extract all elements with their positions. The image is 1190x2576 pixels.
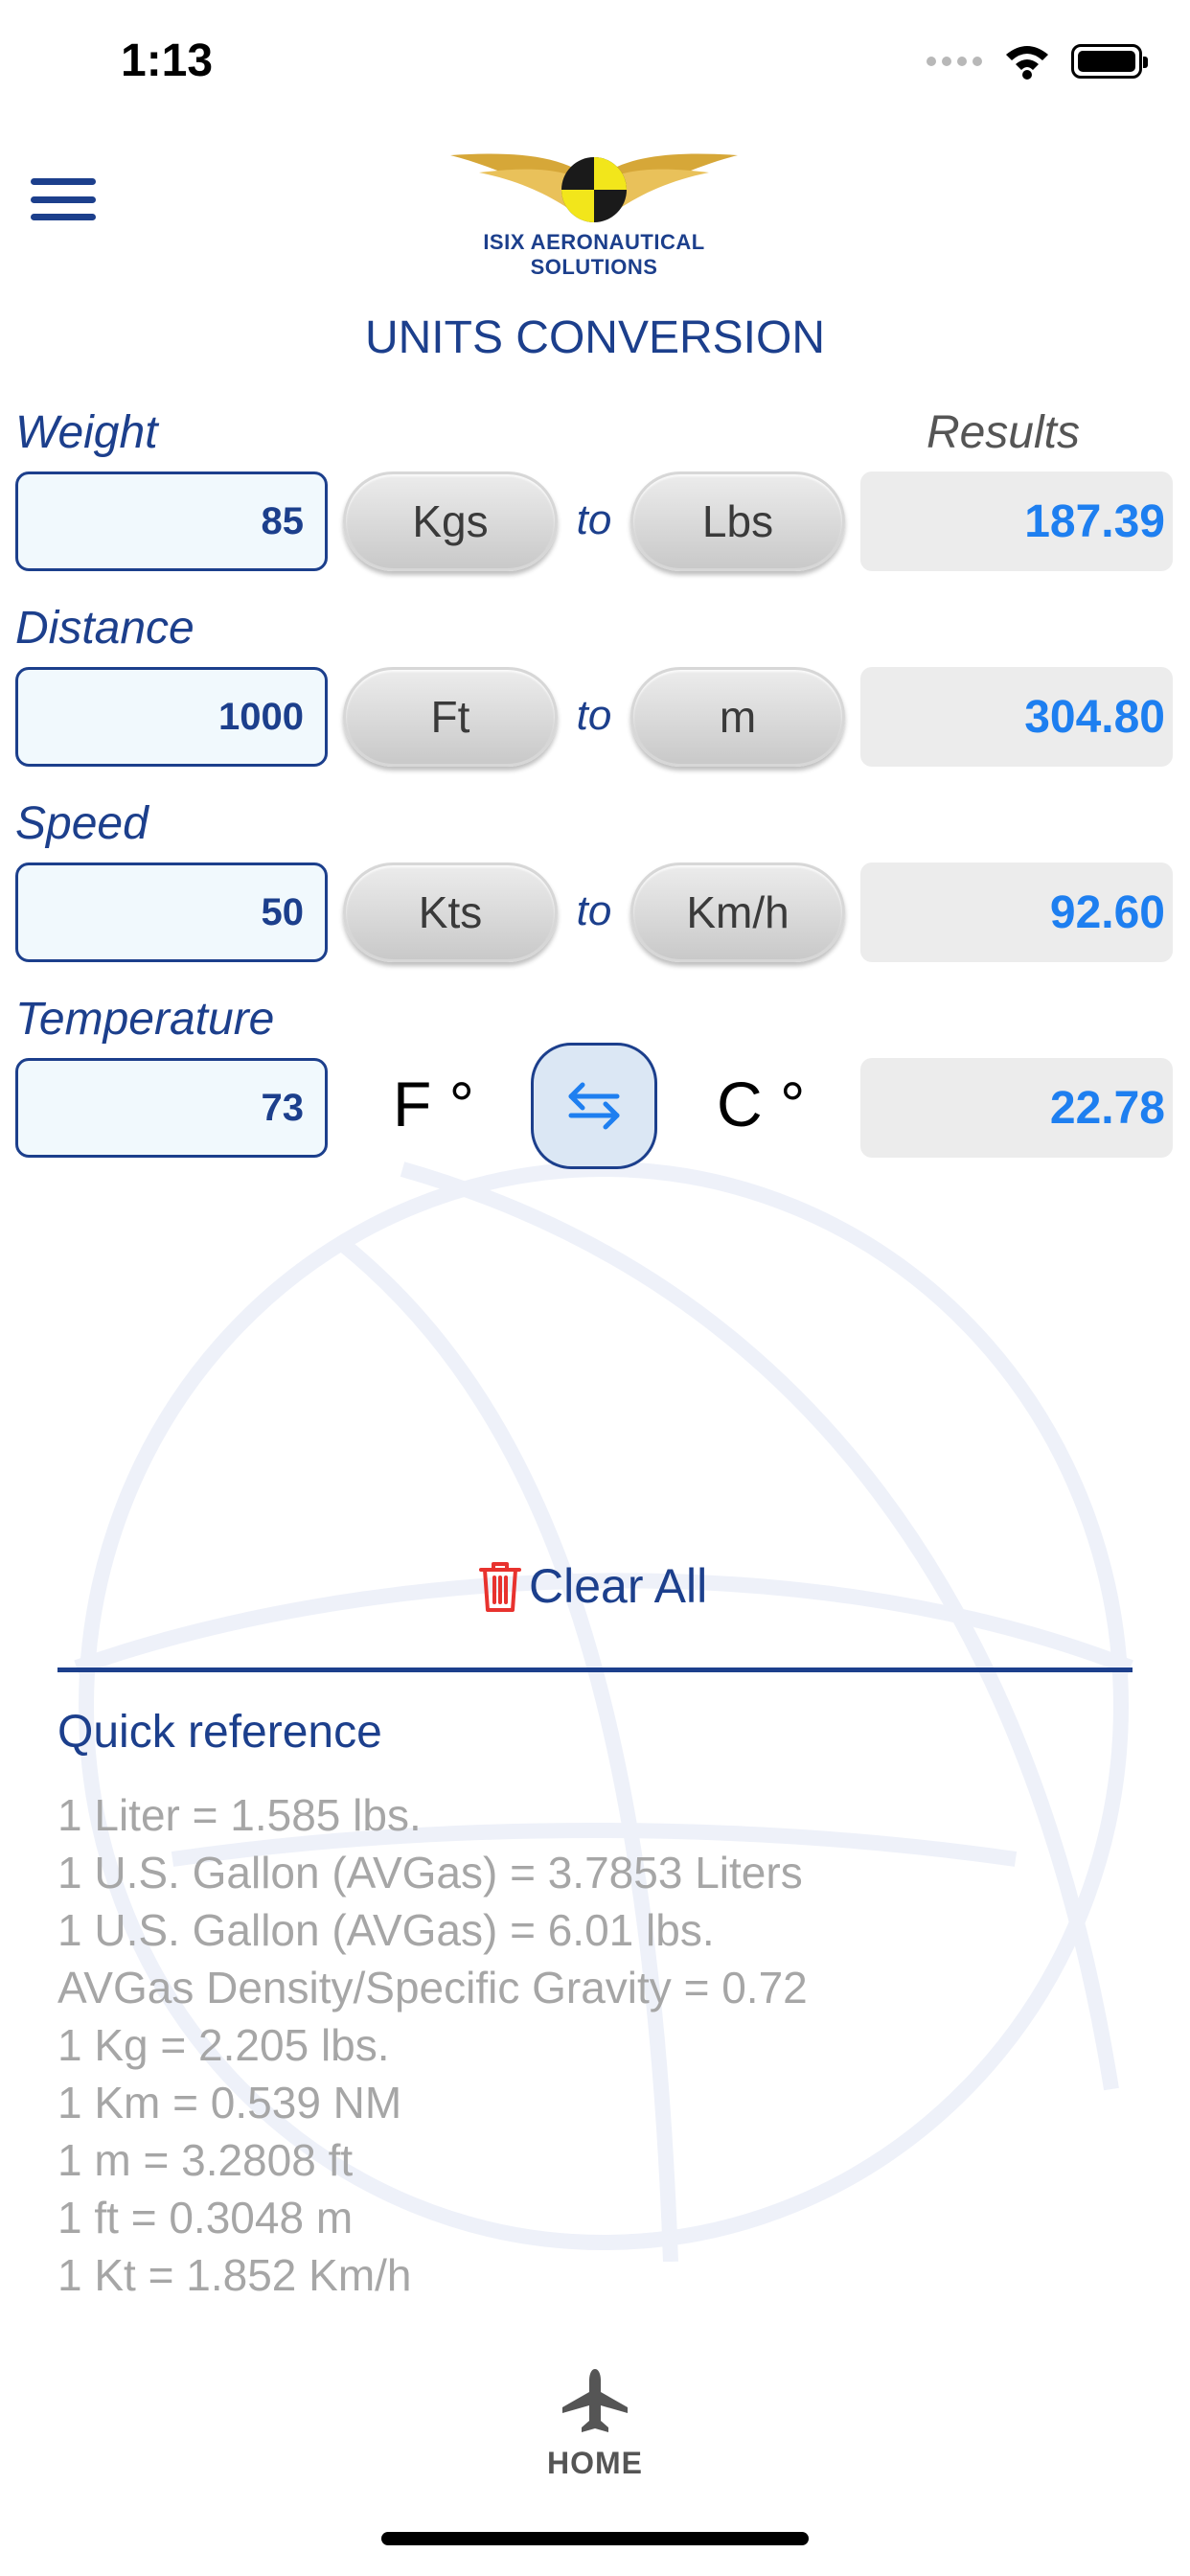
status-icons [926,42,1148,80]
speed-result: 92.60 [860,862,1173,962]
winged-badge-icon [450,153,738,222]
weight-from-unit-button[interactable]: Kgs [343,472,558,571]
results-label: Results [926,407,1080,458]
status-time: 1:13 [121,35,214,86]
clear-all-label: Clear All [529,1559,708,1613]
list-item: 1 Km = 0.539 NM [57,2078,402,2128]
hamburger-menu-icon[interactable] [31,178,96,220]
weight-result: 187.39 [860,472,1173,571]
swap-button[interactable] [531,1043,657,1169]
list-item: 1 Kt = 1.852 Km/h [57,2250,412,2300]
weight-to-label: to [576,496,612,543]
clear-all-button[interactable]: Clear All [477,1558,707,1614]
company-logo: ISIX AERONAUTICAL SOLUTIONS [450,144,738,279]
list-item: 1 U.S. Gallon (AVGas) = 3.7853 Liters [57,1848,803,1898]
weight-input[interactable]: 85 [15,472,328,571]
distance-to-label: to [576,692,612,739]
cellular-signal-icon [927,57,982,66]
battery-icon [1071,44,1148,79]
swap-arrows-icon [568,1082,620,1130]
trash-icon [479,1562,521,1612]
units-conversion-screen: 1:13 ISIX AERONAUTICAL SOLUTIONS UNITS C… [0,0,1190,2576]
tab-home[interactable]: HOME [498,2367,692,2481]
tab-home-label: HOME [547,2446,643,2480]
wifi-icon [1006,46,1048,80]
temperature-label: Temperature [15,994,275,1045]
airplane-icon [562,2369,628,2432]
weight-label: Weight [15,407,158,458]
list-item: 1 U.S. Gallon (AVGas) = 6.01 lbs. [57,1905,715,1955]
distance-to-unit-button[interactable]: m [630,667,845,767]
distance-from-unit-button[interactable]: Ft [343,667,558,767]
distance-result: 304.80 [860,667,1173,767]
speed-to-unit-button[interactable]: Km/h [630,862,845,962]
temperature-result: 22.78 [860,1058,1173,1158]
quick-reference-list: 1 Liter = 1.585 lbs. 1 U.S. Gallon (AVGa… [57,1786,808,2304]
temperature-to-unit: C ° [717,1069,806,1139]
temperature-input[interactable]: 73 [15,1058,328,1158]
list-item: 1 Liter = 1.585 lbs. [57,1790,422,1840]
quick-reference-title: Quick reference [57,1707,382,1758]
distance-input[interactable]: 1000 [15,667,328,767]
list-item: 1 m = 3.2808 ft [57,2135,354,2185]
speed-input[interactable]: 50 [15,862,328,962]
distance-label: Distance [15,603,195,654]
speed-from-unit-button[interactable]: Kts [343,862,558,962]
list-item: 1 Kg = 2.205 lbs. [57,2020,390,2070]
speed-label: Speed [15,798,149,849]
home-indicator [381,2532,809,2545]
page-title: UNITS CONVERSION [364,312,826,363]
speed-to-label: to [576,887,612,934]
logo-text: ISIX AERONAUTICAL SOLUTIONS [483,230,705,279]
list-item: AVGas Density/Specific Gravity = 0.72 [57,1963,808,2012]
list-item: 1 ft = 0.3048 m [57,2193,354,2242]
divider [57,1668,1133,1672]
weight-to-unit-button[interactable]: Lbs [630,472,845,571]
temperature-from-unit: F ° [393,1069,475,1139]
